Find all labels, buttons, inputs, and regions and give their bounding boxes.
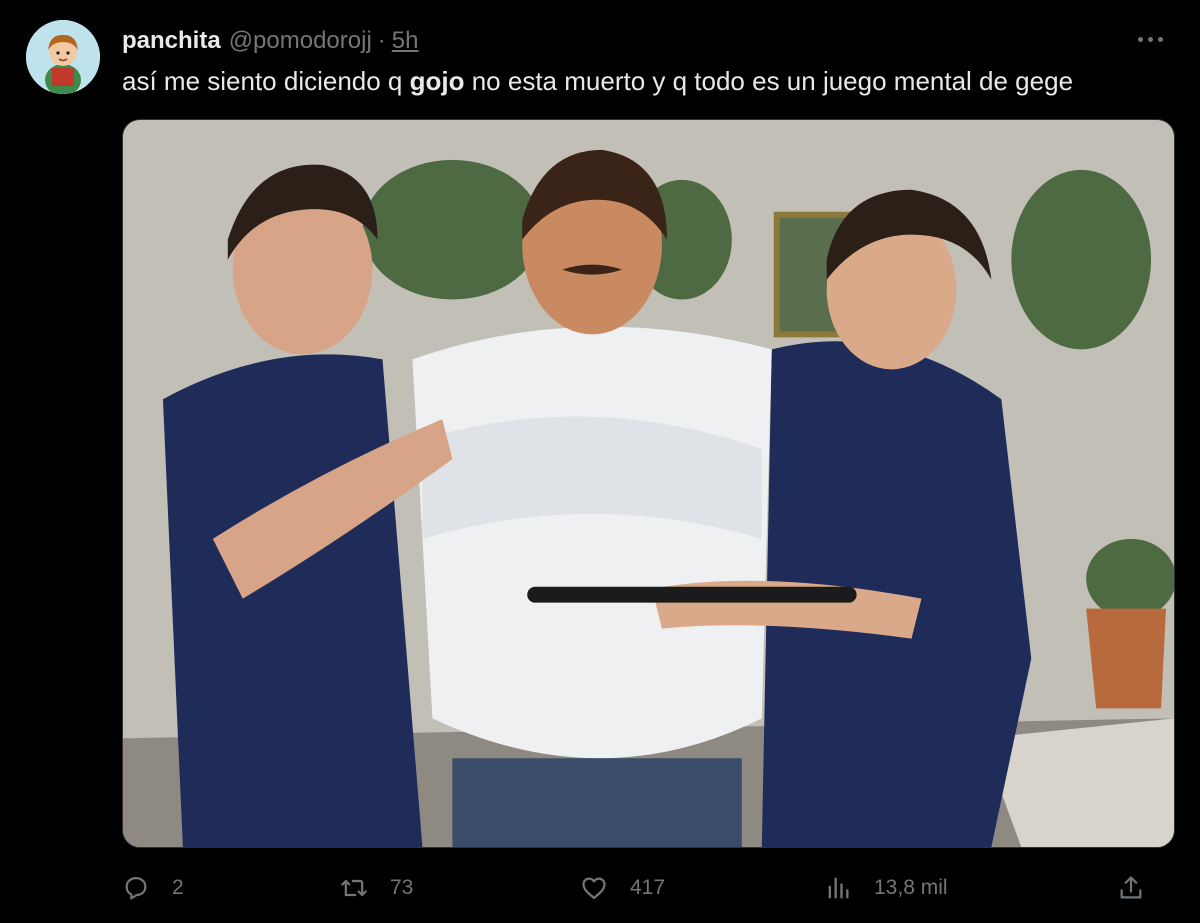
- retweet-button[interactable]: 73: [340, 872, 413, 904]
- tweet-text: así me siento diciendo q gojo no esta mu…: [122, 64, 1182, 98]
- user-handle[interactable]: @pomodorojj: [229, 26, 372, 56]
- more-options-button[interactable]: [1130, 24, 1170, 54]
- separator-dot: ·: [377, 27, 386, 54]
- tweet-media-image[interactable]: [122, 119, 1175, 848]
- cartoon-girl-avatar-icon: [26, 20, 100, 94]
- reply-button[interactable]: 2: [122, 872, 184, 904]
- like-count: 417: [630, 876, 666, 899]
- timestamp[interactable]: 5h: [392, 26, 419, 56]
- avatar[interactable]: [26, 20, 100, 94]
- share-button[interactable]: [1117, 872, 1145, 904]
- like-button[interactable]: 417: [580, 872, 665, 904]
- reply-icon: [125, 876, 147, 900]
- more-dot-icon: [1137, 36, 1143, 42]
- tweet: panchita @pomodorojj · 5h así me siento …: [0, 0, 1200, 923]
- views-chart-icon: [828, 877, 849, 899]
- share-icon: [1120, 876, 1142, 899]
- tweet-text-bold: gojo: [409, 66, 465, 96]
- views-button[interactable]: 13,8 mil: [824, 872, 948, 904]
- retweet-count: 73: [390, 876, 414, 899]
- tweet-text-part: no esta muerto y q todo es un juego ment…: [464, 66, 1074, 96]
- reply-count: 2: [172, 876, 184, 899]
- tweet-text-part: así me siento diciendo q: [122, 66, 410, 96]
- meme-photo: [123, 120, 1174, 847]
- retweet-icon: [341, 879, 367, 897]
- heart-icon: [582, 877, 606, 900]
- more-dot-icon: [1157, 36, 1163, 42]
- more-dot-icon: [1147, 36, 1153, 42]
- action-bar: 2 73 417 13,8 mil: [122, 864, 1157, 912]
- views-count: 13,8 mil: [874, 876, 948, 899]
- tweet-header: panchita @pomodorojj · 5h: [122, 26, 419, 56]
- display-name[interactable]: panchita: [122, 26, 221, 56]
